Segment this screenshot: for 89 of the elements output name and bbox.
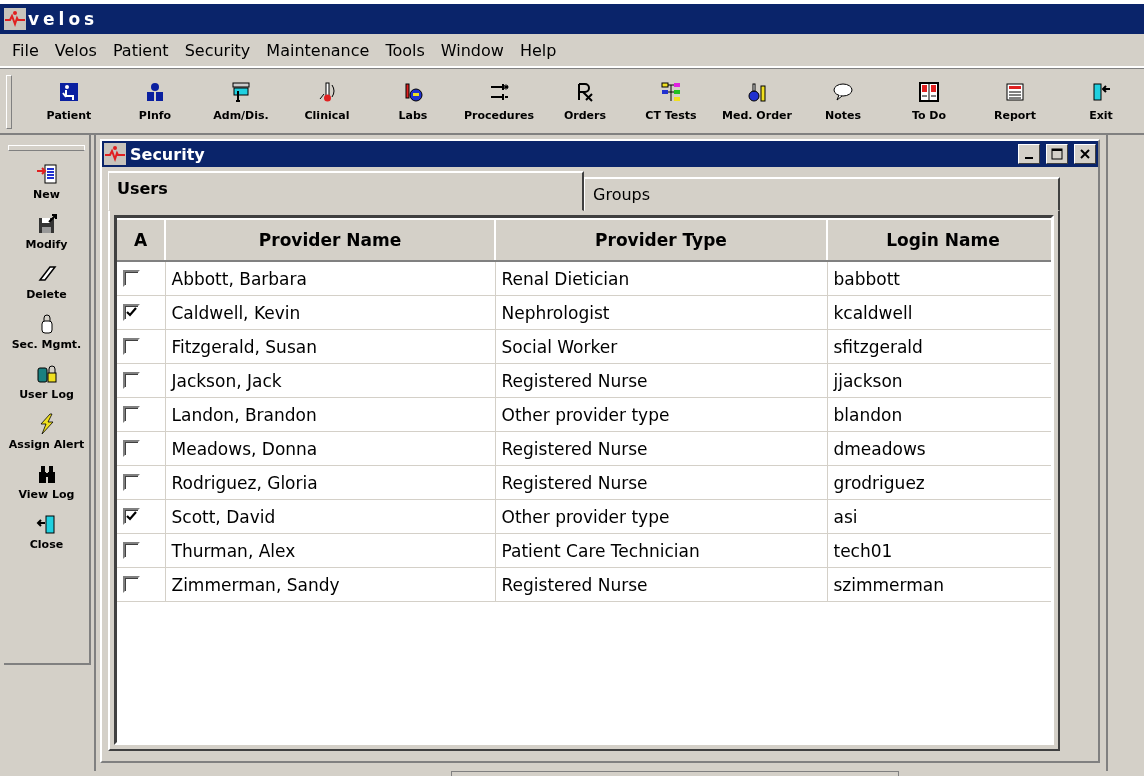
scrollbar[interactable] — [451, 771, 899, 776]
menu-item[interactable]: Maintenance — [258, 40, 378, 60]
toolbar-button[interactable]: To Do — [886, 69, 972, 133]
table-cell: Registered Nurse — [495, 465, 827, 500]
table-cell: Registered Nurse — [495, 363, 827, 398]
table-cell: Renal Dietician — [495, 261, 827, 296]
table-cell: Other provider type — [495, 397, 827, 432]
table-cell: Rodriguez, Gloria — [165, 465, 495, 500]
table-cell: dmeadows — [827, 431, 1051, 466]
toolbar-button[interactable]: Orders — [542, 69, 628, 133]
flowchart-icon — [660, 80, 682, 103]
menu-item[interactable]: Window — [432, 40, 512, 60]
sidebar-button[interactable]: Sec. Mgmt. — [4, 307, 89, 357]
people-icon — [144, 80, 166, 103]
calendar-icon — [918, 80, 940, 103]
table-cell: Scott, David — [165, 499, 495, 534]
toolbar-button[interactable]: Procedures — [456, 69, 542, 133]
sidebar-button[interactable]: New — [4, 157, 89, 207]
menu-item[interactable]: Security — [176, 40, 259, 60]
table-cell: grodriguez — [827, 465, 1051, 500]
toolbar-button[interactable]: Med. Order — [714, 69, 800, 133]
column-header[interactable]: Provider Name — [165, 219, 495, 261]
person-chair-icon — [58, 80, 80, 103]
door-arrow-icon — [35, 513, 58, 535]
menu-item[interactable]: File — [4, 40, 47, 60]
menu-item[interactable]: Tools — [377, 40, 433, 60]
table-cell: Registered Nurse — [495, 431, 827, 466]
toolbar-button[interactable]: PInfo — [112, 69, 198, 133]
sidebar-button[interactable]: Close — [4, 507, 89, 557]
table-cell: sfitzgerald — [827, 329, 1051, 364]
column-header[interactable]: Login Name — [827, 219, 1051, 261]
toolbar-button[interactable]: Exit — [1058, 69, 1144, 133]
monitor-figure-icon — [230, 80, 252, 103]
table-cell: Meadows, Donna — [165, 431, 495, 466]
maximize-icon — [1051, 148, 1063, 160]
table-cell: Nephrologist — [495, 295, 827, 330]
sidebar-button[interactable]: Delete — [4, 257, 89, 307]
padlock-cylinder-icon — [35, 363, 58, 385]
column-header[interactable]: Provider Type — [495, 219, 827, 261]
table-cell: Registered Nurse — [495, 567, 827, 602]
close-button[interactable] — [1074, 144, 1096, 164]
table-cell: tech01 — [827, 533, 1051, 568]
table-cell: Other provider type — [495, 499, 827, 534]
table-cell: blandon — [827, 397, 1051, 432]
sidebar-button[interactable]: User Log — [4, 357, 89, 407]
window-title: Security — [130, 144, 206, 164]
document-icon — [1004, 80, 1026, 103]
table-cell: jjackson — [827, 363, 1051, 398]
toolbar-button[interactable]: CT Tests — [628, 69, 714, 133]
toolbar-button[interactable]: Report — [972, 69, 1058, 133]
menu-item[interactable]: Velos — [46, 40, 105, 60]
heartbeat-icon — [4, 8, 26, 30]
tab[interactable]: Users — [108, 171, 584, 211]
menu-item[interactable]: Patient — [104, 40, 177, 60]
maximize-button[interactable] — [1046, 144, 1068, 164]
table-cell: Fitzgerald, Susan — [165, 329, 495, 364]
table-cell: Patient Care Technician — [495, 533, 827, 568]
table-cell: Caldwell, Kevin — [165, 295, 495, 330]
heartbeat-icon — [104, 143, 126, 165]
minimize-icon — [1025, 157, 1033, 159]
toolbar-button[interactable]: Notes — [800, 69, 886, 133]
sidebar-button[interactable]: Modify — [4, 207, 89, 257]
table-cell: Social Worker — [495, 329, 827, 364]
table-cell: Abbott, Barbara — [165, 261, 495, 296]
table-cell: Thurman, Alex — [165, 533, 495, 568]
table-cell: Zimmerman, Sandy — [165, 567, 495, 602]
table-cell: babbott — [827, 261, 1051, 296]
table-cell: asi — [827, 499, 1051, 534]
menu-item[interactable]: Help — [511, 40, 565, 60]
sidebar-button[interactable]: View Log — [4, 457, 89, 507]
toolbar-button[interactable]: Labs — [370, 69, 456, 133]
toolbar-button[interactable]: Clinical — [284, 69, 370, 133]
toolbar-button[interactable]: Adm/Dis. — [198, 69, 284, 133]
table-cell: szimmerman — [827, 567, 1051, 602]
window-title: velos — [28, 9, 99, 29]
document-arrow-icon — [35, 163, 58, 185]
minimize-button[interactable] — [1018, 144, 1040, 164]
toolbar-button[interactable]: Patient — [26, 69, 112, 133]
sidebar-button[interactable]: Assign Alert — [4, 407, 89, 457]
table-cell: Landon, Brandon — [165, 397, 495, 432]
table-cell: Jackson, Jack — [165, 363, 495, 398]
table-cell: kcaldwell — [827, 295, 1051, 330]
flask-ruler-icon — [746, 80, 768, 103]
tab[interactable]: Groups — [584, 177, 1060, 211]
close-icon — [1080, 149, 1090, 159]
speech-bubble-icon — [832, 80, 854, 103]
column-header[interactable]: A — [117, 219, 165, 261]
flask-icon — [402, 80, 424, 103]
door-arrow-icon — [1090, 80, 1112, 103]
